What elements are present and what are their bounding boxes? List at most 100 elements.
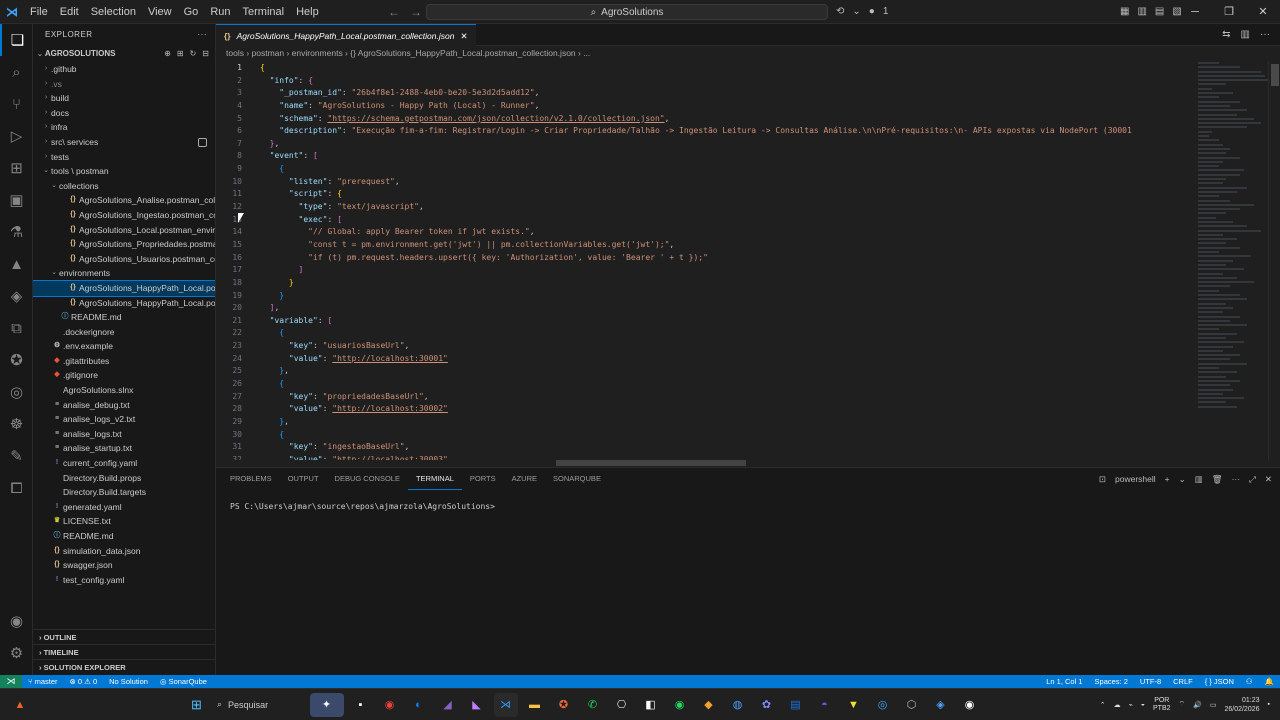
visual-studio-icon[interactable]: ◢	[436, 693, 460, 717]
tree-folder[interactable]: › build	[33, 91, 215, 106]
tree-folder[interactable]: ⌄ environments	[33, 266, 215, 281]
app-icon-2[interactable]: ✿	[755, 693, 779, 717]
tree-folder[interactable]: › src\ services	[33, 135, 215, 150]
tree-file[interactable]: {} AgroSolutions_Ingestao.postman_coll...	[33, 208, 215, 223]
explorer-icon[interactable]: ❏	[0, 24, 33, 56]
app-icon-4[interactable]: ◎	[871, 693, 895, 717]
vertical-scrollbar[interactable]	[1268, 62, 1280, 460]
app-icon-5[interactable]: ⬡	[900, 693, 924, 717]
tree-folder[interactable]: › tests	[33, 150, 215, 165]
split-editor-icon[interactable]: ▥	[1241, 24, 1250, 46]
manage-gear-icon[interactable]: ⚙	[0, 637, 33, 669]
close-tab-icon[interactable]: ✕	[460, 25, 467, 47]
chevron-down-icon[interactable]: ⌄	[1179, 468, 1186, 490]
vscode-taskbar-icon[interactable]: ⋊	[493, 692, 518, 717]
new-folder-icon[interactable]: ⊞	[177, 46, 184, 62]
testing-icon[interactable]: ⚗	[0, 216, 33, 248]
maximize-panel-icon[interactable]: ⤢	[1249, 468, 1256, 490]
menu-go[interactable]: Go	[178, 0, 205, 24]
tree-file[interactable]: AgroSolutions.slnx	[33, 383, 215, 398]
tree-file[interactable]: ≡ analise_startup.txt	[33, 441, 215, 456]
new-file-icon[interactable]: ⊕	[164, 46, 171, 62]
panel-tab-problems[interactable]: PROBLEMS	[222, 468, 280, 490]
outline-section[interactable]: › OUTLINE	[33, 629, 215, 644]
tree-file[interactable]: {} swagger.json	[33, 558, 215, 573]
remote-explorer-icon[interactable]: ▣	[0, 184, 33, 216]
command-center-search[interactable]: ⌕ AgroSolutions	[426, 4, 828, 20]
menu-terminal[interactable]: Terminal	[237, 0, 291, 24]
discord-icon[interactable]: ◓	[813, 693, 837, 717]
tree-file[interactable]: {} AgroSolutions_Propriedades.postman...	[33, 237, 215, 252]
toggle-panel-icon[interactable]: ▤	[1155, 0, 1164, 24]
taskbar-search[interactable]: ⌕ Pesquisar	[211, 694, 303, 716]
tray-onedrive-icon[interactable]: ◒	[1141, 701, 1145, 708]
accounts-icon[interactable]: ◉	[0, 605, 33, 637]
tree-file[interactable]: .dockerignore	[33, 325, 215, 340]
file-explorer-icon[interactable]: ▬	[523, 693, 547, 717]
pages-icon[interactable]: ⧠	[0, 472, 33, 504]
code-view[interactable]: 1{2 "info": {3 "_postman_id": "26b4f8e1-…	[216, 62, 1196, 460]
tree-file[interactable]: ! current_config.yaml	[33, 456, 215, 471]
sonarqube-status[interactable]: ◎ SonarQube	[154, 677, 213, 686]
notification-center-icon[interactable]: ▪	[1268, 701, 1270, 708]
close-panel-icon[interactable]: ✕	[1265, 468, 1272, 490]
run-debug-icon[interactable]: ▷	[0, 120, 33, 152]
ide-icon[interactable]: ◧	[639, 693, 663, 717]
edge-icon[interactable]: ◐	[407, 693, 431, 717]
compare-icon[interactable]: ⇆	[1222, 24, 1230, 46]
language-mode[interactable]: { } JSON	[1199, 677, 1240, 686]
menu-run[interactable]: Run	[204, 0, 236, 24]
menu-file[interactable]: File	[24, 0, 54, 24]
teams-icon[interactable]: ◍	[726, 693, 750, 717]
minimize-icon[interactable]: ─	[1178, 0, 1212, 24]
tree-folder[interactable]: ⌄ collections	[33, 179, 215, 194]
tree-file[interactable]: ! test_config.yaml	[33, 573, 215, 588]
tree-file[interactable]: {}AgroSolutions_Analise.postman_collec..…	[33, 193, 215, 208]
toggle-sidebar-icon[interactable]: ▥	[1137, 0, 1146, 24]
windows-start-icon[interactable]: ⊞	[185, 693, 209, 717]
battery-icon[interactable]: ▭	[1210, 701, 1217, 709]
notifications-bell-icon[interactable]: 🔔	[1259, 677, 1280, 686]
app-icon[interactable]: ◆	[697, 693, 721, 717]
copilot-icon[interactable]: ⟲	[836, 0, 844, 24]
tree-file[interactable]: {} AgroSolutions_HappyPath_Local.post...	[33, 296, 215, 311]
customize-layout-icon[interactable]: ▦	[1120, 0, 1129, 24]
menu-selection[interactable]: Selection	[85, 0, 142, 24]
solution-status[interactable]: No Solution	[103, 677, 154, 686]
avast-icon[interactable]: ▲	[8, 693, 32, 717]
app-icon-3[interactable]: ▼	[842, 693, 866, 717]
refresh-icon[interactable]: ↻	[190, 46, 197, 62]
terminal-shell-label[interactable]: powershell	[1115, 468, 1156, 490]
split-terminal-icon[interactable]: ▥	[1195, 468, 1203, 490]
branch-status[interactable]: ⑂ master	[22, 677, 64, 686]
panel-tab-terminal[interactable]: TERMINAL	[407, 468, 462, 490]
tree-file[interactable]: ≡ analise_logs.txt	[33, 427, 215, 442]
panel-more-icon[interactable]: ···	[1232, 468, 1241, 490]
menu-help[interactable]: Help	[290, 0, 325, 24]
solution-explorer-section[interactable]: › SOLUTION EXPLORER	[33, 659, 215, 674]
new-terminal-icon[interactable]: +	[1165, 468, 1170, 490]
tree-file[interactable]: Directory.Build.targets	[33, 485, 215, 500]
kubernetes-icon[interactable]: ☸	[0, 408, 33, 440]
calculator-icon[interactable]: ▤	[784, 693, 808, 717]
tree-folder[interactable]: › .vs	[33, 77, 215, 92]
back-arrow-icon[interactable]: ←	[388, 0, 400, 24]
tree-folder[interactable]: ⌄ tools \ postman	[33, 164, 215, 179]
tree-file[interactable]: {} AgroSolutions_Usuarios.postman_coll...	[33, 252, 215, 267]
editor-tab-active[interactable]: {} AgroSolutions_HappyPath_Local.postman…	[216, 24, 476, 46]
more-actions-icon[interactable]: ···	[198, 24, 208, 46]
cursor-position[interactable]: Ln 1, Col 1	[1040, 677, 1088, 686]
horizontal-scrollbar[interactable]	[556, 460, 746, 466]
panel-tab-sonarqube[interactable]: SONARQUBE	[545, 468, 609, 490]
visual-studio-preview-icon[interactable]: ◣	[465, 693, 489, 717]
source-control-icon[interactable]: ⑂	[0, 88, 33, 120]
chatgpt-icon[interactable]: ⎔	[610, 693, 634, 717]
wifi-icon[interactable]: ⌔	[1179, 700, 1186, 709]
breadcrumb[interactable]: tools › postman › environments › {} Agro…	[216, 46, 1280, 61]
tree-file[interactable]: ≡ analise_debug.txt	[33, 398, 215, 413]
encoding[interactable]: UTF-8	[1134, 677, 1167, 686]
collapse-all-icon[interactable]: ⊟	[202, 46, 209, 62]
tree-file[interactable]: {} AgroSolutions_HappyPath_Local.post...	[33, 279, 215, 297]
tree-file[interactable]: ◆ .gitattributes	[33, 354, 215, 369]
chrome-icon[interactable]: ◉	[378, 693, 402, 717]
